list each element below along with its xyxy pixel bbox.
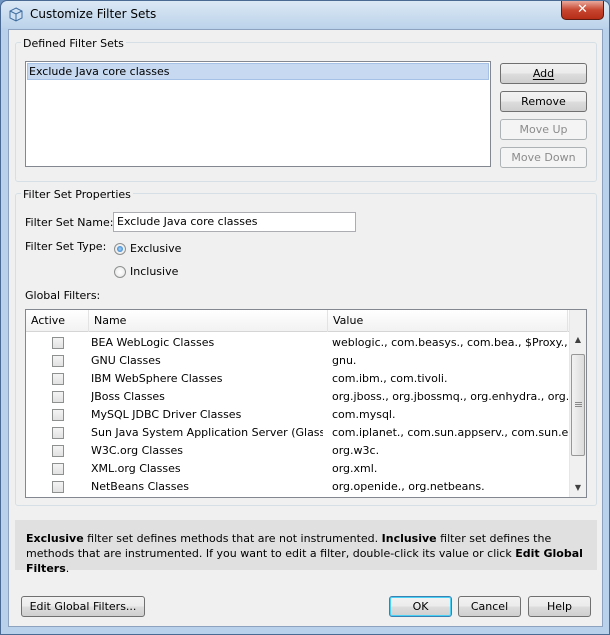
remove-button-label: Remove xyxy=(521,95,566,108)
add-button-label: Add xyxy=(532,67,555,80)
info-panel: Exclusive filter set defines methods tha… xyxy=(15,520,597,575)
table-row[interactable]: BEA WebLogic Classes weblogic., com.beas… xyxy=(26,334,570,352)
active-checkbox[interactable] xyxy=(52,481,64,493)
filter-set-properties-label: Filter Set Properties xyxy=(21,188,133,201)
active-checkbox[interactable] xyxy=(52,427,64,439)
edit-global-filters-button[interactable]: Edit Global Filters... xyxy=(21,596,145,617)
filter-set-name-field[interactable]: Exclude Java core classes xyxy=(113,212,356,232)
table-header: Active Name Value xyxy=(26,310,570,332)
table-scrollbar[interactable]: ▲ ▼ xyxy=(569,310,586,497)
move-down-button-label: Move Down xyxy=(511,151,576,164)
filter-value[interactable]: com.ibm., com.tivoli. xyxy=(332,370,568,388)
info-bold-inclusive: Inclusive xyxy=(381,532,437,545)
inclusive-radio-label[interactable]: Inclusive xyxy=(130,265,178,278)
filter-name: W3C.org Classes xyxy=(91,444,184,457)
global-filters-table[interactable]: Active Name Value BEA WebLogic Classes w… xyxy=(25,309,587,498)
info-text-3: . xyxy=(65,562,70,575)
cancel-button[interactable]: Cancel xyxy=(458,596,521,617)
table-row[interactable]: XML.org Classes org.xml. xyxy=(26,460,570,478)
filter-value[interactable]: weblogic., com.beasys., com.bea., $Proxy… xyxy=(332,334,568,352)
window-title: Customize Filter Sets xyxy=(30,7,157,21)
active-checkbox[interactable] xyxy=(52,373,64,385)
grip-line xyxy=(575,402,582,403)
filter-value[interactable]: com.iplanet., com.sun.appserv., com.sun.… xyxy=(332,424,568,442)
scrollbar-thumb[interactable] xyxy=(571,354,585,456)
table-row[interactable]: W3C.org Classes org.w3c. xyxy=(26,442,570,460)
app-cube-icon xyxy=(9,7,23,22)
info-text-1: filter set defines methods that are not … xyxy=(83,532,382,545)
filter-value[interactable]: com.mysql. xyxy=(332,406,568,424)
filter-set-type-label: Filter Set Type: xyxy=(25,240,107,253)
grip-line xyxy=(575,404,582,405)
exclusive-radio-label[interactable]: Exclusive xyxy=(130,242,181,255)
inclusive-radio[interactable] xyxy=(114,266,126,278)
active-checkbox[interactable] xyxy=(52,355,64,367)
active-checkbox[interactable] xyxy=(52,445,64,457)
table-row[interactable]: MySQL JDBC Driver Classes com.mysql. xyxy=(26,406,570,424)
cancel-button-label: Cancel xyxy=(470,600,509,613)
move-up-button[interactable]: Move Up xyxy=(500,119,587,140)
filter-value[interactable]: org.openide., org.netbeans. xyxy=(332,478,568,496)
close-icon: ✕ xyxy=(577,2,588,17)
active-checkbox[interactable] xyxy=(52,463,64,475)
table-row[interactable]: NetBeans Classes org.openide., org.netbe… xyxy=(26,478,570,496)
filter-sets-list[interactable]: Exclude Java core classes xyxy=(25,61,491,167)
filter-value[interactable]: org.xml. xyxy=(332,460,568,478)
ok-button[interactable]: OK xyxy=(389,596,452,617)
filter-name: XML.org Classes xyxy=(91,462,181,475)
close-button[interactable]: ✕ xyxy=(561,1,604,20)
move-up-button-label: Move Up xyxy=(519,123,568,136)
column-header-name[interactable]: Name xyxy=(89,310,328,332)
add-button[interactable]: Add xyxy=(500,63,587,84)
filter-name: GNU Classes xyxy=(91,354,161,367)
list-item[interactable]: Exclude Java core classes xyxy=(27,63,489,80)
remove-button[interactable]: Remove xyxy=(500,91,587,112)
dialog-window: Customize Filter Sets ✕ Defined Filter S… xyxy=(0,0,610,635)
info-bold-exclusive: Exclusive xyxy=(26,532,84,545)
defined-filter-sets-label: Defined Filter Sets xyxy=(21,37,126,50)
column-header-active[interactable]: Active xyxy=(26,310,89,332)
table-row[interactable]: IBM WebSphere Classes com.ibm., com.tivo… xyxy=(26,370,570,388)
filter-name: NetBeans Classes xyxy=(91,480,190,493)
edit-global-filters-label: Edit Global Filters... xyxy=(29,600,137,613)
help-button[interactable]: Help xyxy=(528,596,591,617)
scroll-up-arrow-icon[interactable]: ▲ xyxy=(570,332,586,348)
table-row[interactable]: JBoss Classes org.jboss., org.jbossmq., … xyxy=(26,388,570,406)
filter-value[interactable]: gnu. xyxy=(332,352,568,370)
global-filters-label: Global Filters: xyxy=(25,289,101,302)
filter-name: JBoss Classes xyxy=(91,390,165,403)
active-checkbox[interactable] xyxy=(52,409,64,421)
filter-name: MySQL JDBC Driver Classes xyxy=(91,408,242,421)
help-button-label: Help xyxy=(546,600,573,613)
filter-name: IBM WebSphere Classes xyxy=(91,372,223,385)
scroll-down-arrow-icon[interactable]: ▼ xyxy=(570,480,586,496)
column-header-value[interactable]: Value xyxy=(328,310,568,332)
move-down-button[interactable]: Move Down xyxy=(500,147,587,168)
table-row[interactable]: Sun Java System Application Server (Glas… xyxy=(26,424,570,442)
dialog-content: Defined Filter Sets Exclude Java core cl… xyxy=(8,29,603,627)
exclusive-radio[interactable] xyxy=(114,243,126,255)
table-row[interactable]: GNU Classes gnu. xyxy=(26,352,570,370)
filter-name: BEA WebLogic Classes xyxy=(91,336,215,349)
title-bar[interactable]: Customize Filter Sets ✕ xyxy=(1,1,609,28)
filter-value[interactable]: org.w3c. xyxy=(332,442,568,460)
ok-button-label: OK xyxy=(412,600,429,613)
active-checkbox[interactable] xyxy=(52,391,64,403)
filter-name: Sun Java System Application Server (Glas… xyxy=(91,426,323,439)
active-checkbox[interactable] xyxy=(52,337,64,349)
filter-value[interactable]: org.jboss., org.jbossmq., org.enhydra., … xyxy=(332,388,568,406)
grip-line xyxy=(575,406,582,407)
filter-set-name-label: Filter Set Name: xyxy=(25,216,114,229)
